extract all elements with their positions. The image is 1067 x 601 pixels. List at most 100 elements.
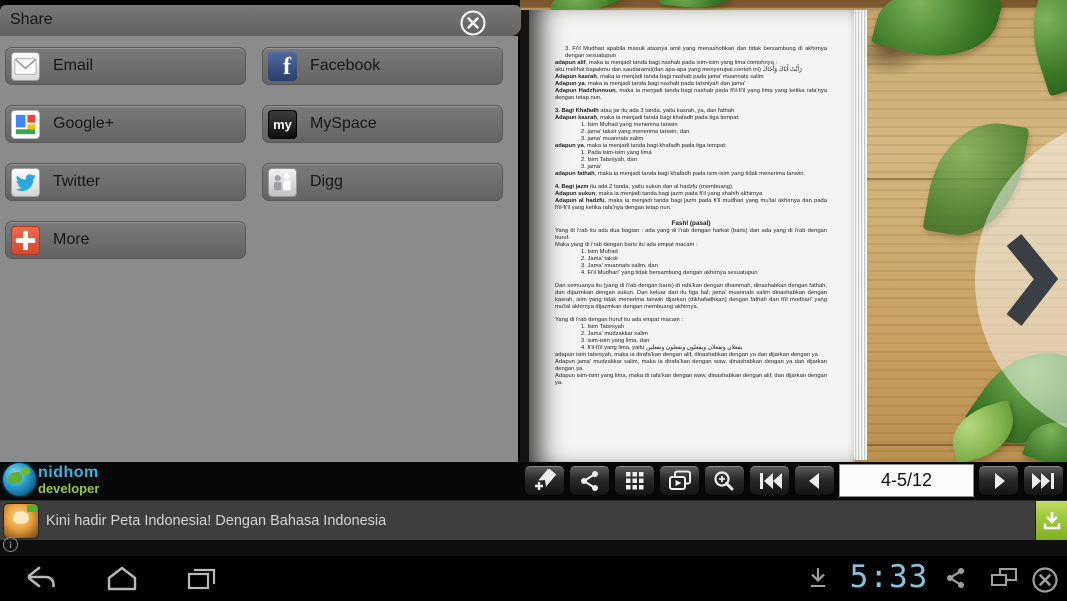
digg-icon xyxy=(268,168,297,197)
google-plus-icon xyxy=(11,110,40,139)
document-line: 1. Isim Mufrad yang menerima tanwin xyxy=(555,122,827,129)
share-option-facebook[interactable]: f Facebook xyxy=(262,47,503,85)
document-line: 2. jama' taksir yang menerima tanwin, da… xyxy=(555,129,827,136)
document-line: Adapun jama' mudzakkar salim, maka ia di… xyxy=(555,359,827,373)
ad-banner[interactable]: Kini hadir Peta Indonesia! Dengan Bahasa… xyxy=(0,500,1067,540)
share-option-myspace[interactable]: my MySpace xyxy=(262,105,503,143)
ad-app-icon xyxy=(3,503,39,539)
system-bar: 5:33 xyxy=(0,556,1067,601)
document-line: Adapun ya, maka ia menjadi tanda bagi na… xyxy=(555,81,827,88)
ad-info-strip: i xyxy=(0,540,1067,556)
info-icon[interactable]: i xyxy=(3,537,18,552)
document-line: adapun alif, maka ia menjadi tanda bagi … xyxy=(555,60,827,67)
share-option-label: Twitter xyxy=(53,173,100,191)
globe-logo-icon xyxy=(3,463,36,496)
ad-text: Kini hadir Peta Indonesia! Dengan Bahasa… xyxy=(46,501,386,541)
share-option-label: MySpace xyxy=(310,115,377,133)
home-icon[interactable] xyxy=(102,564,142,594)
document-line: 1. Pada isim-isim yang lima xyxy=(555,150,827,157)
myspace-icon: my xyxy=(268,110,297,139)
next-page-button[interactable] xyxy=(978,465,1019,496)
share-option-twitter[interactable]: Twitter xyxy=(5,163,246,201)
document-line: Maka yang di i'rab dengan baris itu ada … xyxy=(555,242,827,249)
share-dialog-titlebar: Share xyxy=(0,5,521,36)
document-line: 3. Bagi Khafadh atau jar itu ada 3 tanda… xyxy=(555,108,827,115)
share-option-email[interactable]: Email xyxy=(5,47,246,85)
book-page: 3. Fi'il Mudhari apabila masuk atasnya a… xyxy=(529,10,854,462)
document-line: 3. jama' xyxy=(555,164,827,171)
share-option-label: Facebook xyxy=(310,57,380,75)
document-line: Adapun isim-isim yang lima, maka di rafa… xyxy=(555,373,827,387)
download-status-icon xyxy=(806,565,830,591)
document-line: 3. isim-isim yang lima, dan xyxy=(555,338,827,345)
document-line: Adapun sukun, maka ia menjadi tanda bagi… xyxy=(555,191,827,198)
publisher-name: nidhom xyxy=(38,465,99,481)
screenshot-status-icon[interactable] xyxy=(988,565,1020,591)
next-page-chevron-icon[interactable] xyxy=(1004,232,1060,328)
publisher-logo[interactable]: nidhom developer xyxy=(3,463,99,496)
document-line: 4. fi'il-fi'il yang lima, yaitu يفعلان و… xyxy=(555,345,827,352)
email-icon xyxy=(11,52,40,81)
document-line: 3. jama' muannats salim xyxy=(555,136,827,143)
document-line: aku melihat bapakmu dan saudaramu(dan ap… xyxy=(555,67,827,74)
document-line: Dan semuanya itu (yang di i'rab dengan b… xyxy=(555,283,827,311)
first-page-button[interactable] xyxy=(749,465,790,496)
twitter-icon xyxy=(11,168,40,197)
page-indicator-value: 4-5/12 xyxy=(881,470,932,491)
add-bookmark-button[interactable] xyxy=(524,465,565,496)
share-status-icon[interactable] xyxy=(942,565,970,591)
facebook-icon: f xyxy=(268,52,297,81)
document-line: 1. Isim Mufrad xyxy=(555,249,827,256)
document-line: 4. Bagi jazm itu ada 2 tanda, yaitu suku… xyxy=(555,184,827,191)
ivy-leaf xyxy=(1017,0,1067,97)
close-icon[interactable] xyxy=(459,9,487,37)
document-line: Fashl (pasal) xyxy=(555,218,827,228)
last-page-button[interactable] xyxy=(1023,465,1064,496)
book-spine-shadow xyxy=(520,10,529,462)
page-stack-edge xyxy=(854,10,867,460)
document-line: Adapun kasrah, maka ia menjadi tanda bag… xyxy=(555,74,827,81)
share-button[interactable] xyxy=(569,465,610,496)
document-line: adapun fathah, maka ia menjadi tanda bag… xyxy=(555,171,827,178)
share-option-label: Google+ xyxy=(53,115,114,133)
ivy-leaf xyxy=(945,400,1022,462)
document-line: adapun ya, maka ia menjadi tanda bagi kh… xyxy=(555,143,827,150)
document-line: Adapun al hadzfu, maka ia menjadi tanda … xyxy=(555,198,827,212)
document-line: 2. Jama' taksir xyxy=(555,256,827,263)
share-dialog-body: Email f Facebook Google+ my xyxy=(0,36,518,462)
document-text: 3. Fi'il Mudhari apabila masuk atasnya a… xyxy=(555,46,827,387)
share-dialog: Share Email f Facebook xyxy=(0,0,521,462)
document-line: 2. Isim Tatsniyah, dan xyxy=(555,157,827,164)
slideshow-button[interactable] xyxy=(659,465,700,496)
share-option-label: More xyxy=(53,231,89,249)
document-line: 1. Isim Tatsniyah xyxy=(555,324,827,331)
dialog-title: Share xyxy=(10,11,53,29)
ad-download-button[interactable] xyxy=(1035,501,1067,541)
toolbar-buttons: 4-5/12 xyxy=(524,465,1064,497)
share-option-google-plus[interactable]: Google+ xyxy=(5,105,246,143)
document-line: Yang di i'rab itu ada dua bagian : ada y… xyxy=(555,228,827,242)
document-line: 4. Fi'il Mudhari' yang tidak bersambung … xyxy=(555,270,827,277)
document-line: 3. Fi'il Mudhari apabila masuk atasnya a… xyxy=(555,46,827,60)
document-line: Adapun kasrah, maka ia menjadi tanda bag… xyxy=(555,115,827,122)
document-line: Adapun Hadzfunnuun, maka ia menjadi tand… xyxy=(555,88,827,102)
more-icon xyxy=(11,226,40,255)
document-line: 3. Jama' muannats salim, dan xyxy=(555,263,827,270)
document-line: 2. Jama' mudzakkar salim xyxy=(555,331,827,338)
status-clock: 5:33 xyxy=(843,559,935,595)
share-option-label: Digg xyxy=(310,173,343,191)
zoom-in-button[interactable] xyxy=(704,465,745,496)
thumbnail-grid-button[interactable] xyxy=(614,465,655,496)
share-option-more[interactable]: More xyxy=(5,221,246,259)
previous-page-button[interactable] xyxy=(794,465,835,496)
document-line: adapun isim tatsniyah, maka ia dirafa'ka… xyxy=(555,352,827,359)
share-option-digg[interactable]: Digg xyxy=(262,163,503,201)
recent-apps-icon[interactable] xyxy=(182,564,222,594)
close-status-icon[interactable] xyxy=(1030,565,1060,595)
document-line: Yang di i'rab dengan huruf itu ada empat… xyxy=(555,317,827,324)
screen: 3. Fi'il Mudhari apabila masuk atasnya a… xyxy=(0,0,1067,601)
share-option-label: Email xyxy=(53,57,93,75)
back-icon[interactable] xyxy=(22,564,62,594)
publisher-name-2: developer xyxy=(38,482,99,495)
page-indicator[interactable]: 4-5/12 xyxy=(839,464,974,497)
